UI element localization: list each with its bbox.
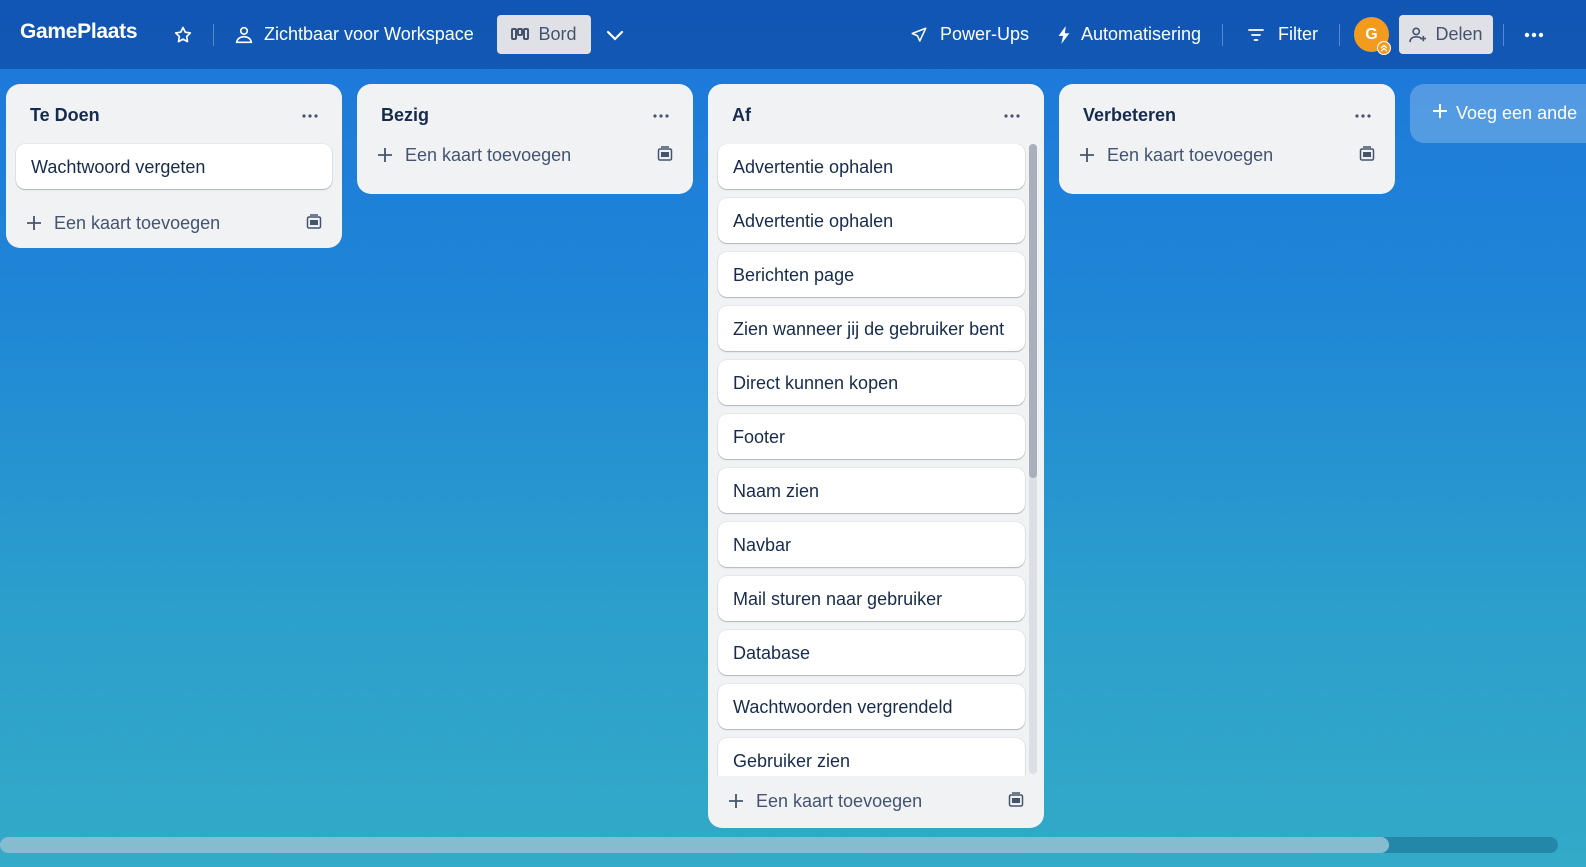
list-verbeteren: Verbeteren Een kaart toevoegen bbox=[1059, 84, 1395, 194]
card[interactable]: Footer bbox=[718, 414, 1025, 459]
board-scrollbar-thumb[interactable] bbox=[0, 837, 1389, 853]
list-title[interactable]: Te Doen bbox=[30, 105, 100, 126]
card-template-icon[interactable] bbox=[1008, 792, 1024, 808]
add-card-label: Een kaart toevoegen bbox=[54, 212, 221, 233]
card[interactable]: Wachtwoorden vergrendeld bbox=[718, 684, 1025, 729]
card[interactable]: Navbar bbox=[718, 522, 1025, 567]
plus-icon bbox=[1432, 103, 1448, 124]
list-actions-button[interactable] bbox=[1349, 102, 1377, 126]
more-horizontal-icon bbox=[653, 105, 669, 123]
more-horizontal-icon bbox=[1004, 105, 1020, 123]
more-horizontal-icon bbox=[1355, 105, 1371, 123]
list-actions-button[interactable] bbox=[647, 102, 675, 126]
card-template-icon[interactable] bbox=[1359, 146, 1375, 162]
avatar-initial: G bbox=[1365, 25, 1378, 43]
board-view-button[interactable]: Bord bbox=[497, 15, 591, 54]
list-title[interactable]: Verbeteren bbox=[1083, 105, 1176, 126]
plus-icon bbox=[728, 793, 744, 809]
card[interactable]: Database bbox=[718, 630, 1025, 675]
automation-label: Automatisering bbox=[1081, 24, 1202, 44]
more-horizontal-icon bbox=[1524, 32, 1544, 38]
list-actions-button[interactable] bbox=[998, 102, 1026, 126]
card-list: Advertentie ophalen Advertentie ophalen … bbox=[708, 144, 1044, 776]
board-title[interactable]: GamePlaats bbox=[20, 20, 138, 44]
header-divider bbox=[213, 24, 214, 46]
list-scrollbar[interactable] bbox=[1029, 144, 1037, 774]
card[interactable]: Zien wanneer jij de gebruiker bent bbox=[718, 306, 1025, 351]
add-card-button[interactable]: Een kaart toevoegen bbox=[6, 198, 342, 248]
automation-button[interactable]: Automatisering bbox=[1049, 15, 1209, 54]
powerups-label: Power-Ups bbox=[940, 24, 1030, 44]
visibility-button[interactable]: Zichtbaar voor Workspace bbox=[226, 15, 482, 54]
list-bezig: Bezig Een kaart toevoegen bbox=[357, 84, 693, 194]
powerups-button[interactable]: Power-Ups bbox=[902, 15, 1037, 54]
visibility-label: Zichtbaar voor Workspace bbox=[264, 24, 474, 44]
view-switcher-dropdown[interactable] bbox=[599, 15, 631, 54]
rocket-icon bbox=[910, 26, 928, 44]
header-divider bbox=[1503, 24, 1504, 46]
board-view-label: Bord bbox=[538, 24, 577, 44]
list-title[interactable]: Af bbox=[732, 105, 751, 126]
workspace-people-icon bbox=[234, 26, 254, 44]
plus-icon bbox=[377, 147, 393, 163]
add-card-button[interactable]: Een kaart toevoegen bbox=[1059, 130, 1395, 180]
card[interactable]: Advertentie ophalen bbox=[718, 198, 1025, 243]
card[interactable]: Mail sturen naar gebruiker bbox=[718, 576, 1025, 621]
admin-chevron-icon bbox=[1377, 41, 1391, 55]
header-divider bbox=[1339, 24, 1340, 46]
board-header: GamePlaats Zichtbaar voor Workspace Bord… bbox=[0, 0, 1586, 69]
add-card-label: Een kaart toevoegen bbox=[405, 144, 572, 165]
list-header: Te Doen bbox=[6, 84, 342, 144]
chevron-down-icon bbox=[606, 29, 624, 41]
card-template-icon[interactable] bbox=[306, 214, 322, 230]
add-card-label: Een kaart toevoegen bbox=[1107, 144, 1274, 165]
add-card-label: Een kaart toevoegen bbox=[756, 790, 923, 811]
star-board-button[interactable] bbox=[168, 15, 198, 54]
filter-label: Filter bbox=[1278, 24, 1318, 44]
list-scrollbar-thumb[interactable] bbox=[1029, 144, 1037, 478]
card-template-icon[interactable] bbox=[657, 146, 673, 162]
card[interactable]: Direct kunnen kopen bbox=[718, 360, 1025, 405]
list-header: Af bbox=[708, 84, 1044, 144]
star-icon bbox=[173, 25, 193, 45]
card[interactable]: Gebruiker zien bbox=[718, 738, 1025, 776]
board-menu-button[interactable] bbox=[1518, 15, 1550, 54]
filter-icon bbox=[1248, 28, 1264, 42]
add-card-button[interactable]: Een kaart toevoegen bbox=[357, 130, 693, 180]
list-actions-button[interactable] bbox=[296, 102, 324, 126]
lightning-icon bbox=[1057, 25, 1071, 44]
member-avatar[interactable]: G bbox=[1354, 17, 1391, 55]
add-card-button[interactable]: Een kaart toevoegen bbox=[708, 776, 1044, 826]
plus-icon bbox=[1079, 147, 1095, 163]
board-horizontal-scrollbar[interactable] bbox=[0, 837, 1558, 853]
list-te-doen: Te Doen Wachtwoord vergeten Een kaart to… bbox=[6, 84, 342, 248]
share-button[interactable]: Delen bbox=[1399, 15, 1493, 54]
board-view-icon bbox=[511, 27, 530, 42]
plus-icon bbox=[26, 215, 42, 231]
more-horizontal-icon bbox=[302, 105, 318, 123]
header-divider bbox=[1222, 24, 1223, 46]
list-af: Af Advertentie ophalen Advertentie ophal… bbox=[708, 84, 1044, 828]
list-title[interactable]: Bezig bbox=[381, 105, 429, 126]
add-list-button[interactable]: Voeg een ande bbox=[1410, 84, 1586, 143]
card[interactable]: Wachtwoord vergeten bbox=[16, 144, 332, 189]
card[interactable]: Advertentie ophalen bbox=[718, 144, 1025, 189]
share-label: Delen bbox=[1435, 24, 1483, 44]
card[interactable]: Berichten page bbox=[718, 252, 1025, 297]
card[interactable]: Naam zien bbox=[718, 468, 1025, 513]
add-list-label: Voeg een ande bbox=[1456, 103, 1578, 123]
filter-button[interactable]: Filter bbox=[1240, 15, 1326, 54]
add-person-icon bbox=[1409, 27, 1427, 43]
